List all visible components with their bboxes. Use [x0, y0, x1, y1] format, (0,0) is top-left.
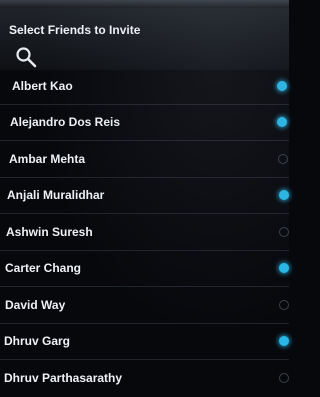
selection-radio[interactable] — [279, 263, 289, 274]
friend-name: Albert Kao — [12, 78, 73, 93]
selection-radio[interactable] — [279, 299, 289, 310]
selection-radio[interactable] — [277, 117, 287, 128]
list-item[interactable]: Alejandro Dos Reis — [0, 105, 289, 141]
selection-radio[interactable] — [278, 153, 288, 164]
selection-radio[interactable] — [277, 80, 287, 91]
selection-radio[interactable] — [279, 190, 289, 201]
friend-name: Anjali Muralidhar — [7, 188, 105, 203]
page-title: Select Friends to Invite — [9, 23, 141, 37]
friend-name: Alejandro Dos Reis — [10, 115, 121, 130]
status-bar — [0, 0, 289, 8]
friends-list: Albert Kao Alejandro Dos Reis Ambar Meht… — [0, 68, 289, 397]
selection-radio[interactable] — [279, 336, 289, 347]
selection-radio[interactable] — [279, 373, 289, 384]
list-item[interactable]: Dhruv Parthasarathy — [0, 360, 289, 397]
search-icon[interactable] — [14, 45, 38, 69]
friend-name: David Way — [5, 297, 66, 312]
friend-name: Dhruv Garg — [4, 334, 71, 349]
friend-name: Ambar Mehta — [9, 151, 86, 166]
list-item[interactable]: Dhruv Garg — [0, 324, 289, 360]
list-item[interactable]: David Way — [0, 287, 289, 324]
list-item[interactable]: Anjali Muralidhar — [0, 178, 289, 214]
list-item[interactable]: Ashwin Suresh — [0, 214, 289, 251]
friend-name: Ashwin Suresh — [6, 224, 93, 239]
list-item[interactable]: Ambar Mehta — [0, 141, 289, 178]
header: Select Friends to Invite — [0, 8, 289, 70]
friend-name: Dhruv Parthasarathy — [4, 371, 123, 386]
selection-radio[interactable] — [279, 226, 289, 237]
friend-name: Carter Chang — [5, 261, 82, 276]
list-item[interactable]: Albert Kao — [0, 68, 289, 105]
list-item[interactable]: Carter Chang — [0, 251, 289, 287]
